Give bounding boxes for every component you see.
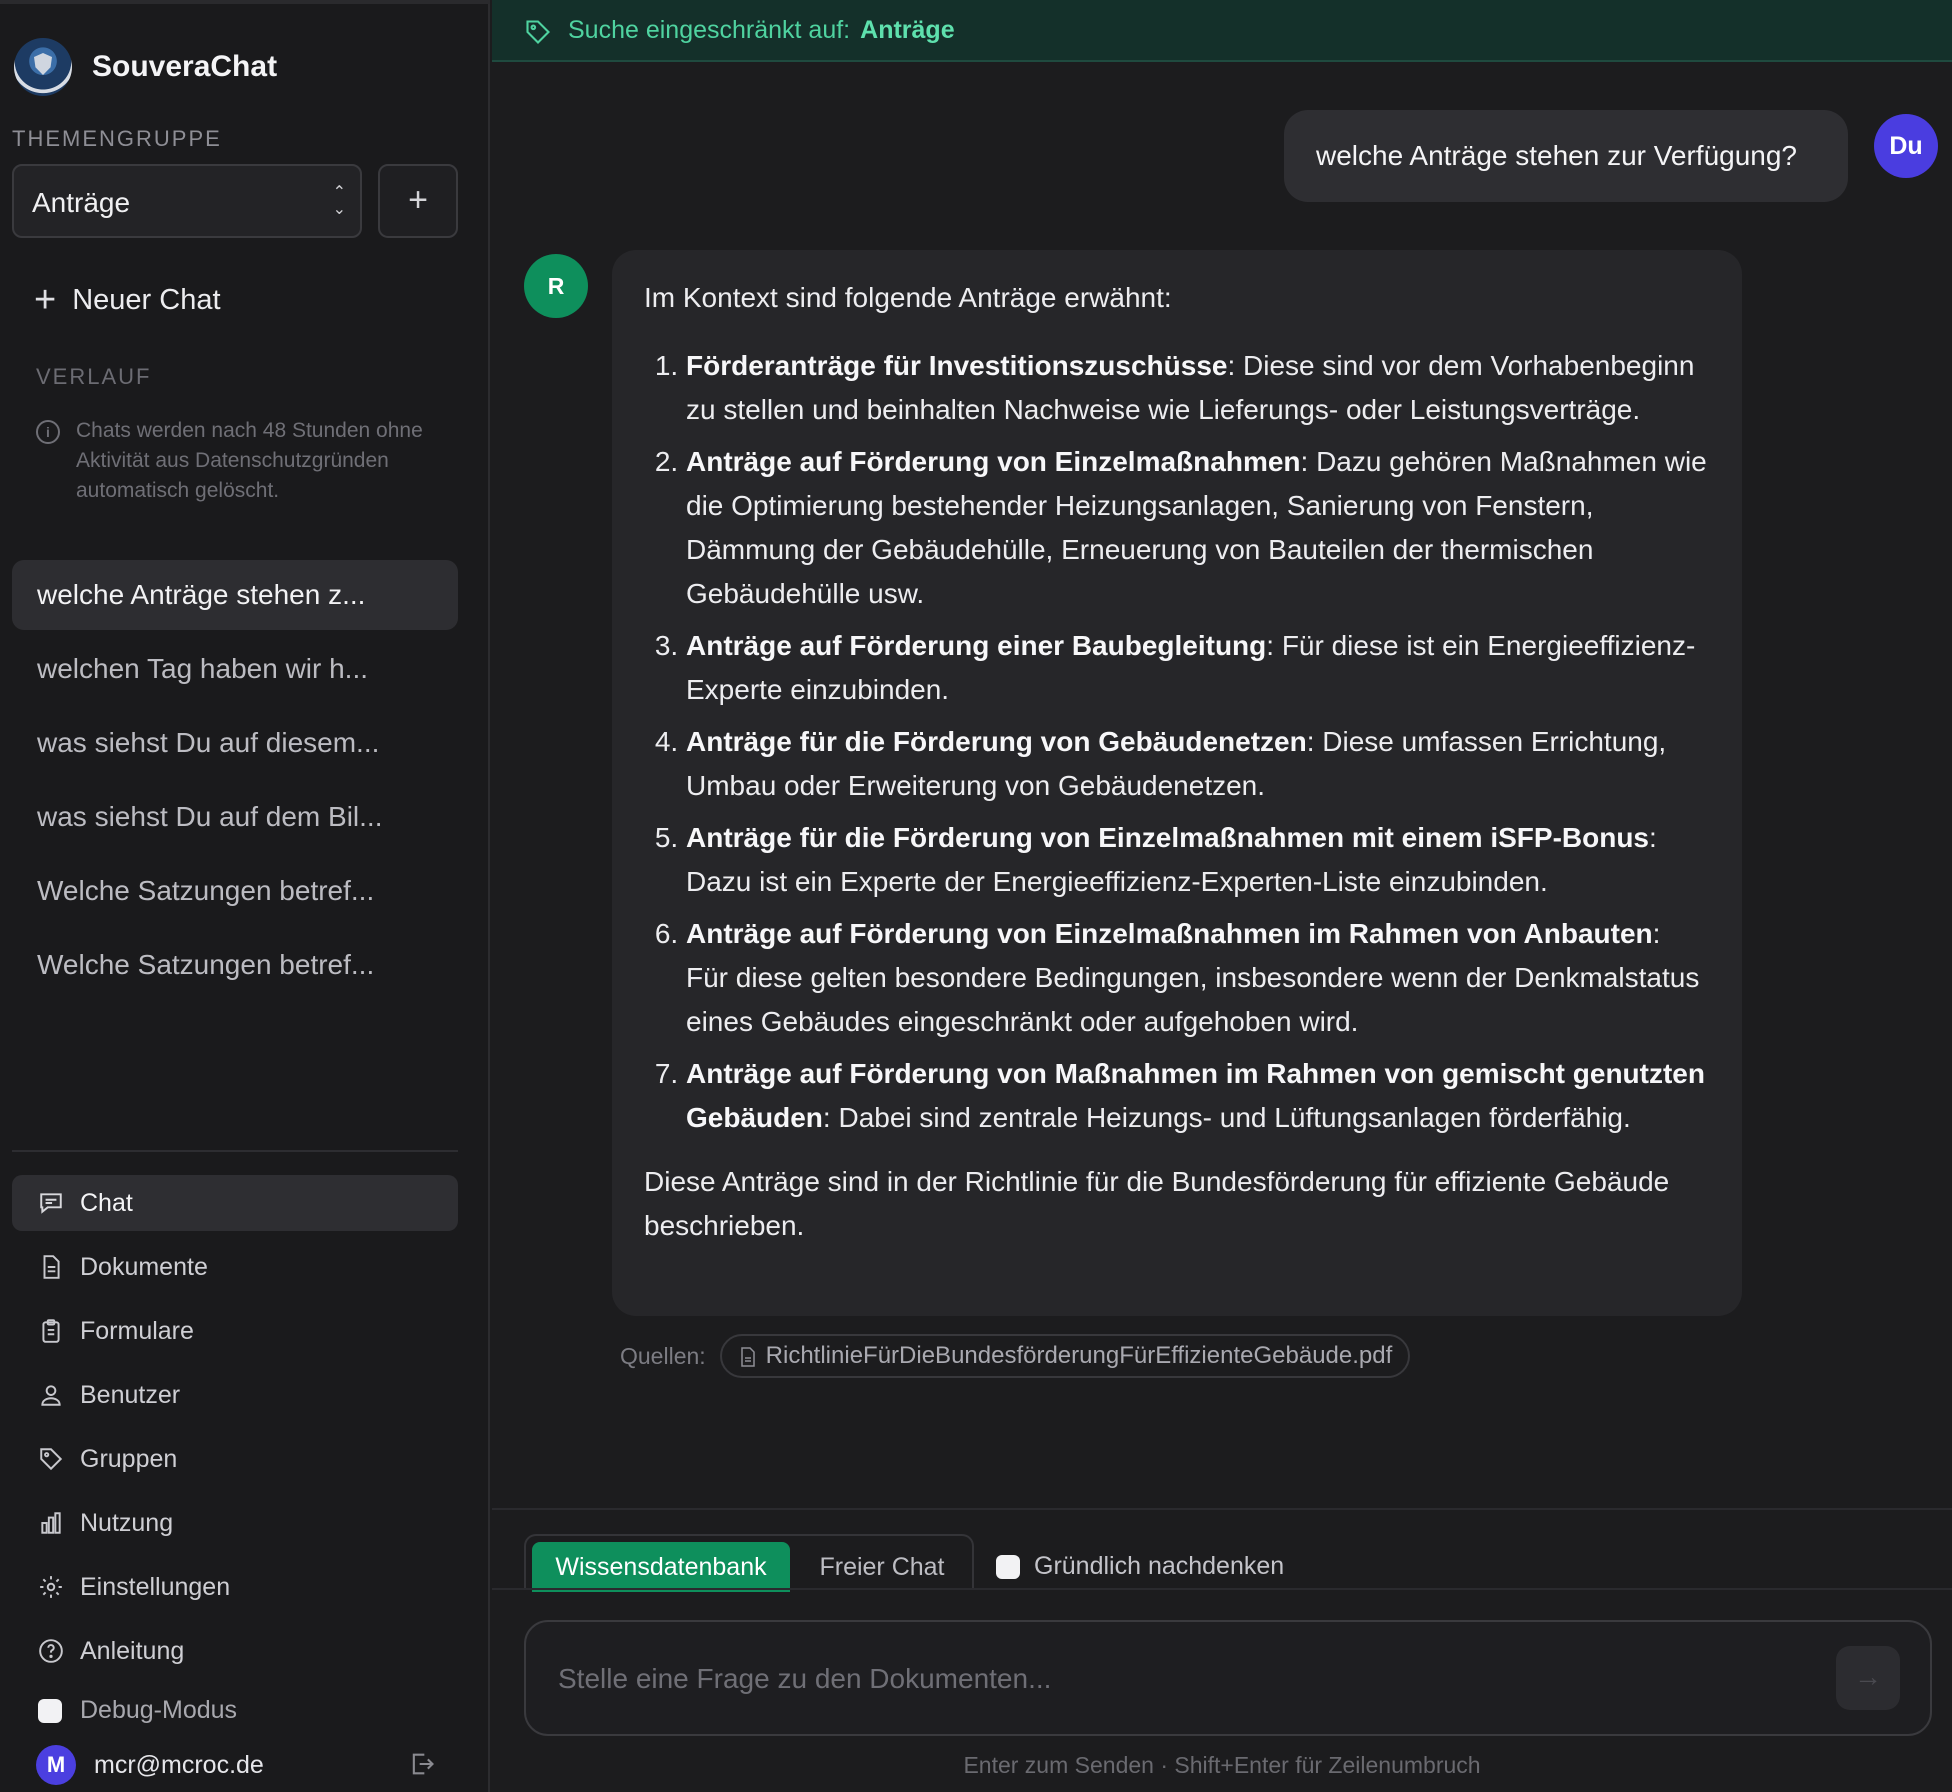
filter-value: Anträge (860, 16, 955, 44)
chevron-updown-icon: ⌃ ⌄ (332, 184, 346, 218)
sidebar-divider (12, 1150, 458, 1152)
user-email: mcr@mcroc.de (94, 1750, 264, 1779)
list-item-title: Anträge auf Förderung von Einzelmaßnahme… (686, 918, 1653, 949)
nav-label: Chat (80, 1188, 133, 1217)
user-row: M mcr@mcroc.de (36, 1744, 436, 1786)
nav-item-chat[interactable]: Chat (12, 1175, 458, 1231)
list-item: Anträge auf Förderung von Einzelmaßnahme… (686, 440, 1710, 616)
tab-free-chat[interactable]: Freier Chat (798, 1542, 966, 1592)
nav-label: Gruppen (80, 1444, 178, 1473)
history-item[interactable]: welche Anträge stehen z... (12, 560, 458, 630)
chat-icon (38, 1190, 64, 1216)
nav-item-einstellungen[interactable]: Einstellungen (12, 1559, 458, 1615)
list-item: Anträge auf Förderung von Maßnahmen im R… (686, 1052, 1710, 1140)
list-item-text: : Dabei sind zentrale Heizungs- und Lüft… (822, 1102, 1631, 1133)
users-icon (38, 1382, 64, 1408)
deep-think-checkbox[interactable] (996, 1554, 1020, 1579)
filter-prefix: Suche eingeschränkt auf: (568, 16, 851, 44)
assistant-message: Im Kontext sind folgende Anträge erwähnt… (612, 250, 1742, 1316)
source-file-name: RichtlinieFürDieBundesförderungFürEffizi… (765, 1342, 1393, 1369)
add-theme-group-button[interactable]: + (378, 164, 458, 238)
question-input[interactable] (556, 1656, 1810, 1702)
list-item-title: Anträge für die Förderung von Einzelmaßn… (686, 822, 1649, 853)
shield-icon (34, 53, 52, 75)
sidebar: SouveraChat THEMENGRUPPE Anträge ⌃ ⌄ + + … (0, 0, 490, 1792)
question-input-box: → (524, 1620, 1932, 1736)
tag-icon (38, 1446, 64, 1472)
tag-icon (524, 18, 552, 46)
deep-think-label: Gründlich nachdenken (1034, 1552, 1285, 1580)
sources: Quellen: RichtlinieFürDieBundesförderung… (620, 1334, 1411, 1378)
gear-icon (38, 1574, 64, 1600)
answer-intro: Im Kontext sind folgende Anträge erwähnt… (644, 282, 1172, 313)
app-logo (14, 38, 72, 96)
answer-outro: Diese Anträge sind in der Richtlinie für… (644, 1166, 1670, 1241)
logout-icon[interactable] (408, 1750, 436, 1778)
list-item-title: Anträge auf Förderung einer Baubegleitun… (686, 630, 1267, 661)
info-icon: i (36, 420, 60, 444)
sidebar-top-strip (0, 0, 490, 4)
history-note-text: Chats werden nach 48 Stunden ohne Aktivi… (76, 419, 423, 502)
list-item: Anträge auf Förderung von Einzelmaßnahme… (686, 912, 1710, 1044)
send-button[interactable]: → (1836, 1646, 1900, 1710)
nav-item-gruppen[interactable]: Gruppen (12, 1431, 458, 1487)
history-item[interactable]: Welche Satzungen betref... (12, 930, 458, 1000)
theme-group-selected: Anträge (32, 187, 131, 218)
nav-label: Formulare (80, 1316, 194, 1345)
list-item-title: Förderanträge für Investitionszuschüsse (686, 350, 1228, 381)
debug-checkbox[interactable] (38, 1698, 62, 1723)
mode-tabs: Wissensdatenbank Freier Chat (524, 1534, 974, 1592)
nav-item-nutzung[interactable]: Nutzung (12, 1495, 458, 1551)
source-file-chip[interactable]: RichtlinieFürDieBundesförderungFürEffizi… (719, 1334, 1411, 1378)
list-item: Anträge auf Förderung einer Baubegleitun… (686, 624, 1710, 712)
nav-label: Dokumente (80, 1252, 208, 1281)
plus-icon: + (34, 279, 57, 321)
user-message: welche Anträge stehen zur Verfügung? (1284, 110, 1848, 202)
history-label: VERLAUF (36, 364, 152, 389)
clipboard-icon (38, 1318, 64, 1344)
nav-item-formulare[interactable]: Formulare (12, 1303, 458, 1359)
keyboard-hint: Enter zum Senden · Shift+Enter für Zeile… (963, 1752, 1481, 1778)
history-item[interactable]: welchen Tag haben wir h... (12, 634, 458, 704)
nav-label: Einstellungen (80, 1572, 231, 1601)
app-title: SouveraChat (92, 50, 278, 83)
history-item[interactable]: Welche Satzungen betref... (12, 856, 458, 926)
debug-label: Debug-Modus (80, 1696, 238, 1724)
history-item[interactable]: was siehst Du auf dem Bil... (12, 782, 458, 852)
theme-group-label: THEMENGRUPPE (12, 126, 222, 151)
nav-item-benutzer[interactable]: Benutzer (12, 1367, 458, 1423)
nav-item-anleitung[interactable]: Anleitung (12, 1623, 458, 1679)
composer-divider (492, 1508, 1952, 1510)
help-circle-icon (38, 1638, 64, 1664)
new-chat-button[interactable]: + Neuer Chat (34, 280, 221, 320)
answer-list: Förderanträge für Investitionszuschüsse:… (644, 344, 1710, 1140)
search-filter-banner: Suche eingeschränkt auf: Anträge (492, 0, 1952, 62)
nav-label: Benutzer (80, 1380, 181, 1409)
nav-label: Nutzung (80, 1508, 174, 1537)
list-item: Förderanträge für Investitionszuschüsse:… (686, 344, 1710, 432)
list-item-title: Anträge für die Förderung von Gebäudenet… (686, 726, 1307, 757)
list-item: Anträge für die Förderung von Gebäudenet… (686, 720, 1710, 808)
sources-label: Quellen: (620, 1342, 706, 1369)
composer-divider (492, 1588, 1952, 1590)
theme-group-select[interactable]: Anträge ⌃ ⌄ (12, 164, 362, 238)
chat-main: Suche eingeschränkt auf: Anträge welche A… (492, 0, 1952, 1792)
new-chat-label: Neuer Chat (72, 283, 221, 316)
history-note: i Chats werden nach 48 Stunden ohne Akti… (36, 416, 436, 506)
nav-label: Anleitung (80, 1636, 185, 1665)
list-item-title: Anträge auf Förderung von Einzelmaßnahme… (686, 446, 1301, 477)
nav-item-dokumente[interactable]: Dokumente (12, 1239, 458, 1295)
debug-mode-toggle[interactable]: Debug-Modus (38, 1696, 237, 1725)
assistant-avatar: R (524, 254, 588, 318)
document-icon (38, 1254, 64, 1280)
deep-think-toggle[interactable]: Gründlich nachdenken (996, 1552, 1284, 1581)
filter-text: Suche eingeschränkt auf: Anträge (568, 16, 955, 45)
list-item: Anträge für die Förderung von Einzelmaßn… (686, 816, 1710, 904)
file-icon (740, 1346, 756, 1367)
user-avatar: Du (1874, 114, 1938, 178)
avatar: M (36, 1745, 76, 1785)
history-item[interactable]: was siehst Du auf diesem... (12, 708, 458, 778)
bar-chart-icon (38, 1510, 64, 1536)
tab-knowledge-base[interactable]: Wissensdatenbank (532, 1542, 790, 1592)
